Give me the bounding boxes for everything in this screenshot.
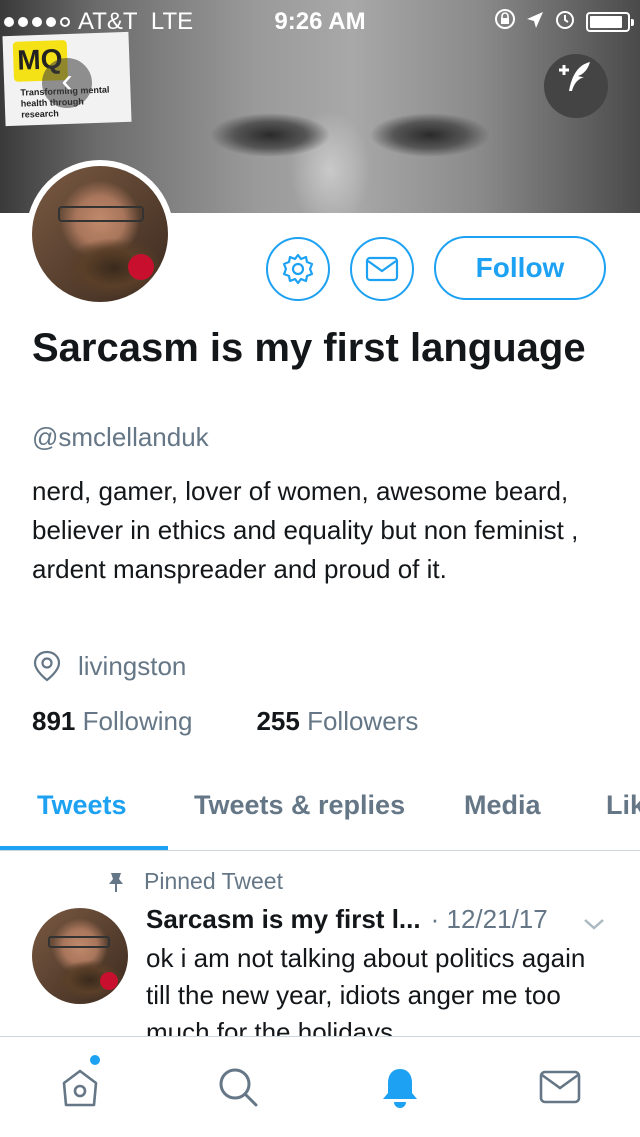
active-tab-indicator (0, 846, 168, 850)
tweet-avatar-poppy (100, 972, 118, 990)
messages-tab[interactable] (536, 1063, 584, 1111)
date-value: 12/21/17 (446, 904, 548, 934)
envelope-icon (365, 256, 399, 282)
followers-label: Followers (307, 706, 419, 736)
location-pin-icon (33, 650, 61, 682)
pinned-tweet-label: Pinned Tweet (106, 868, 283, 895)
home-icon (62, 1069, 98, 1107)
notifications-tab[interactable] (376, 1063, 424, 1111)
location-arrow-icon (526, 9, 544, 35)
date-separator: · (430, 904, 440, 934)
tab-likes[interactable]: Lik (606, 790, 640, 821)
search-icon (219, 1068, 258, 1107)
battery-icon (586, 12, 634, 32)
messages-icon (539, 1070, 581, 1104)
follow-button[interactable]: Follow (434, 236, 606, 300)
home-tab[interactable] (56, 1063, 104, 1111)
following-count: 891 (32, 706, 76, 736)
status-icons (494, 8, 634, 36)
status-bar: AT&T LTE 9:26 AM (0, 0, 640, 40)
tweet-author[interactable]: Sarcasm is my first l... (146, 904, 421, 935)
tab-tweets-replies[interactable]: Tweets & replies (194, 790, 405, 821)
avatar-poppy (128, 254, 154, 280)
chevron-left-icon: ‹ (61, 62, 73, 100)
settings-button[interactable] (266, 237, 330, 301)
gear-icon (282, 253, 314, 285)
profile-bio: nerd, gamer, lover of women, awesome bea… (32, 476, 579, 584)
tab-media[interactable]: Media (464, 790, 541, 821)
profile-tabs: Tweets Tweets & replies Media Lik (0, 770, 640, 851)
followers-stat[interactable]: 255 Followers (256, 706, 418, 737)
search-tab[interactable] (214, 1063, 262, 1111)
follow-stats: 891 Following 255 Followers (32, 706, 418, 737)
tab-tweets[interactable]: Tweets (37, 790, 127, 821)
followers-count: 255 (256, 706, 300, 736)
pin-icon (109, 872, 123, 892)
profile-location: livingston (32, 650, 186, 682)
tweet-avatar-glasses (48, 936, 110, 948)
alarm-icon (554, 8, 576, 36)
avatar-glasses (58, 206, 144, 222)
tweet-text[interactable]: ok i am not talking about politics again… (146, 940, 616, 1036)
notifications-icon (383, 1069, 417, 1108)
profile-avatar[interactable] (26, 160, 174, 308)
tweet-date[interactable]: · 12/21/17 (431, 904, 548, 935)
following-stat[interactable]: 891 Following (32, 706, 192, 737)
location-text[interactable]: livingston (78, 651, 186, 682)
display-name: Sarcasm is my first language (32, 326, 586, 370)
message-button[interactable] (350, 237, 414, 301)
home-notification-dot (90, 1055, 100, 1065)
compose-tweet-icon (559, 62, 590, 91)
compose-tweet-button[interactable] (544, 54, 608, 118)
chevron-down-icon[interactable] (582, 908, 606, 939)
bottom-tab-bar (0, 1036, 640, 1137)
tweet-header: Sarcasm is my first l... · 12/21/17 (146, 904, 616, 935)
rotation-lock-icon (494, 8, 516, 36)
pinned-text: Pinned Tweet (144, 868, 283, 894)
tweet-avatar[interactable] (32, 908, 128, 1004)
back-button[interactable]: ‹ (42, 58, 92, 108)
following-label: Following (82, 706, 193, 736)
user-handle: @smclellanduk (32, 422, 209, 452)
